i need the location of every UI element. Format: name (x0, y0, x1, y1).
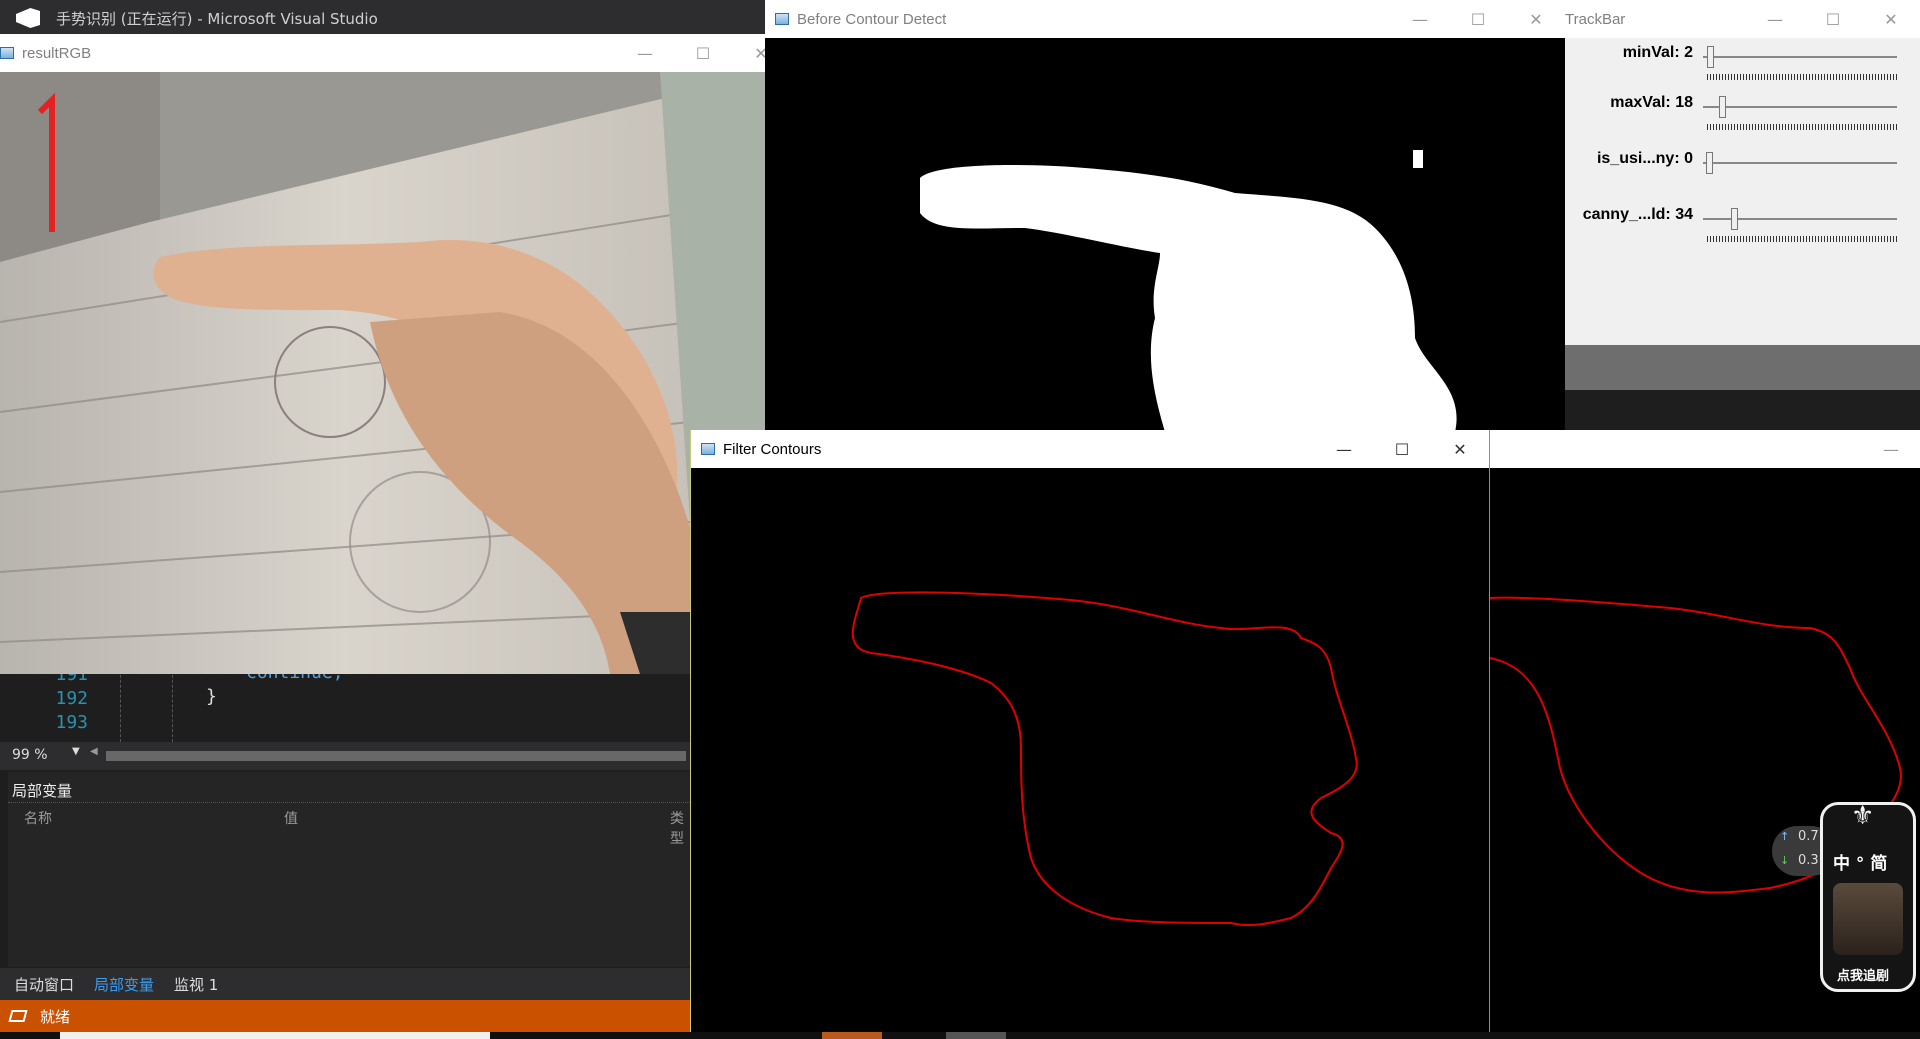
visual-studio-logo-icon (16, 8, 40, 28)
minimize-button[interactable]: — (1746, 0, 1804, 38)
slider-ticks (1707, 74, 1897, 80)
window-app-icon (701, 443, 715, 455)
taskbar-app[interactable] (946, 1032, 1006, 1039)
download-value: 0.3 (1798, 853, 1819, 868)
camera-frame-image: 1 (0, 72, 790, 674)
binary-mask-image (765, 38, 1565, 432)
minimize-button[interactable]: — (1862, 430, 1920, 468)
upload-value: 0.7 (1798, 829, 1819, 844)
banner-text[interactable]: 点我追剧 (1837, 965, 1889, 984)
avatar (1833, 883, 1903, 955)
maximize-button[interactable]: ☐ (1804, 0, 1862, 38)
window-title: resultRGB (22, 44, 92, 62)
locals-panel: 局部变量 名称 值 类型 (8, 772, 690, 967)
code-line: } (206, 686, 217, 707)
slider-thumb-canny-threshold[interactable] (1730, 208, 1738, 230)
line-number: 192 (55, 688, 88, 709)
maximize-button[interactable]: ☐ (1373, 430, 1431, 468)
slider-maxval[interactable] (1703, 106, 1897, 108)
before-contour-window: Before Contour Detect — ☐ ✕ (765, 0, 1565, 432)
slider-label-is-using-canny: is_usi...ny: 0 (1596, 150, 1693, 167)
trackbar-window: TrackBar — ☐ ✕ (1565, 0, 1920, 390)
upload-icon: ↑ (1780, 830, 1790, 843)
vs-title: 手势识别 (正在运行) - Microsoft Visual Studio (56, 9, 378, 28)
status-text: 就绪 (40, 1007, 71, 1026)
tab-watch-1[interactable]: 监视 1 (160, 974, 224, 995)
window-app-icon (775, 13, 789, 25)
minimize-button[interactable]: — (1315, 430, 1373, 468)
download-icon: ↓ (1780, 854, 1790, 867)
column-header-name[interactable]: 名称 (24, 808, 52, 828)
line-number: 193 (55, 712, 88, 733)
editor-zoom-bar: 99 % ▼ ◀ (0, 742, 690, 770)
slider-label-minval: minVal: 2 (1622, 44, 1693, 61)
filter-contours-titlebar[interactable]: Filter Contours — ☐ ✕ (691, 430, 1489, 468)
vs-status-bar: 就绪 (0, 1000, 690, 1032)
fleur-de-lis-icon: ⚜ (1851, 801, 1875, 831)
window-title: TrackBar (1565, 10, 1626, 28)
horizontal-scrollbar[interactable] (106, 751, 686, 761)
close-button[interactable]: ✕ (1431, 430, 1489, 468)
window-title: Filter Contours (723, 440, 822, 458)
status-icon (8, 1010, 28, 1022)
taskbar (0, 1032, 1920, 1039)
trackbar-bottom-area (1565, 345, 1920, 390)
maximize-button[interactable]: ☐ (674, 34, 732, 72)
column-header-value[interactable]: 值 (284, 808, 298, 828)
minimize-button[interactable]: — (616, 34, 674, 72)
contour-image (691, 468, 1489, 1032)
debug-tabs: 自动窗口 局部变量 监视 1 (0, 968, 690, 1000)
close-button[interactable]: ✕ (1862, 0, 1920, 38)
ime-mode-text[interactable]: 中 ° 简 (1833, 849, 1887, 874)
slider-thumb-maxval[interactable] (1719, 96, 1727, 118)
divider (8, 802, 690, 803)
slider-thumb-minval[interactable] (1707, 46, 1715, 68)
vs-titlebar: 手势识别 (正在运行) - Microsoft Visual Studio (0, 0, 780, 36)
slider-label-canny-threshold: canny_...ld: 34 (1582, 206, 1693, 223)
slider-ticks (1707, 124, 1897, 130)
slider-minval[interactable] (1703, 56, 1897, 58)
before-contour-titlebar[interactable]: Before Contour Detect — ☐ ✕ (765, 0, 1565, 38)
trackbar-titlebar[interactable]: TrackBar — ☐ ✕ (1565, 0, 1920, 38)
slider-label-maxval: maxVal: 18 (1610, 94, 1693, 111)
minimize-button[interactable]: — (1391, 0, 1449, 38)
slider-thumb-is-using-canny[interactable] (1706, 152, 1713, 174)
filter-contours-window: Filter Contours — ☐ ✕ (690, 430, 1490, 1032)
ime-skin-widget[interactable]: ⚜ 中 ° 简 点我追剧 (1820, 801, 1916, 992)
window-app-icon (0, 47, 14, 59)
column-header-type[interactable]: 类型 (670, 808, 690, 848)
taskbar-app-vs[interactable] (822, 1032, 882, 1039)
slider-is-using-canny[interactable] (1703, 162, 1897, 164)
slider-ticks (1707, 236, 1897, 242)
scroll-left-icon[interactable]: ◀ (90, 746, 98, 757)
maximize-button[interactable]: ☐ (1449, 0, 1507, 38)
background-window-titlebar[interactable]: — (1490, 430, 1920, 468)
tab-autos[interactable]: 自动窗口 (0, 974, 80, 995)
tab-locals[interactable]: 局部变量 (80, 974, 160, 995)
resultrgb-window: resultRGB — ☐ ✕ (0, 34, 790, 674)
locals-title: 局部变量 (12, 782, 73, 800)
close-button[interactable]: ✕ (1507, 0, 1565, 38)
resultrgb-titlebar[interactable]: resultRGB — ☐ ✕ (0, 34, 790, 72)
chevron-down-icon[interactable]: ▼ (72, 746, 80, 757)
zoom-level[interactable]: 99 % (12, 747, 48, 763)
window-title: Before Contour Detect (797, 10, 947, 28)
taskbar-search-box[interactable] (60, 1032, 490, 1039)
